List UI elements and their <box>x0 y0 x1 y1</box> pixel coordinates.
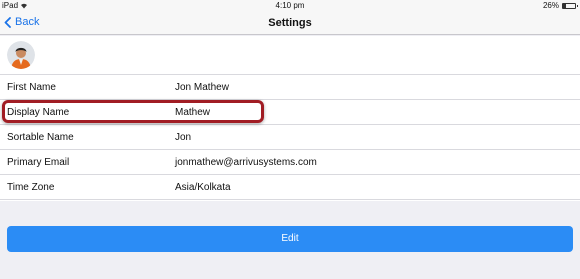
sortable-name-row[interactable]: Sortable Name Jon <box>0 125 580 150</box>
first-name-value: Jon Mathew <box>175 82 229 93</box>
display-name-value: Mathew <box>175 107 211 118</box>
time-zone-label: Time Zone <box>7 182 55 193</box>
avatar-row <box>0 36 580 75</box>
display-name-label: Display Name <box>7 107 70 118</box>
navigation-bar: Back Settings <box>0 11 580 35</box>
status-bar: iPad 4:10 pm 26% <box>0 0 580 11</box>
time-zone-value: Asia/Kolkata <box>175 182 231 193</box>
primary-email-value: jonmathew@arrivusystems.com <box>175 157 317 168</box>
first-name-row[interactable]: First Name Jon Mathew <box>0 75 580 100</box>
status-right: 26% <box>542 0 578 11</box>
user-photo-icon <box>7 41 35 69</box>
time-zone-row[interactable]: Time Zone Asia/Kolkata <box>0 175 580 200</box>
primary-email-row[interactable]: Primary Email jonmathew@arrivusystems.co… <box>0 150 580 175</box>
display-name-row[interactable]: Display Name Mathew <box>0 100 580 125</box>
sortable-name-label: Sortable Name <box>7 132 74 143</box>
edit-button[interactable]: Edit <box>7 226 573 252</box>
status-time: 4:10 pm <box>275 1 305 10</box>
sortable-name-value: Jon <box>175 132 192 143</box>
first-name-label: First Name <box>7 82 56 93</box>
settings-list: First Name Jon Mathew Display Name Mathe… <box>0 36 580 201</box>
battery-icon <box>562 2 578 9</box>
primary-email-label: Primary Email <box>7 157 70 168</box>
battery-percent: 26% <box>542 1 559 10</box>
page-title: Settings <box>268 17 312 29</box>
avatar[interactable] <box>7 41 35 69</box>
